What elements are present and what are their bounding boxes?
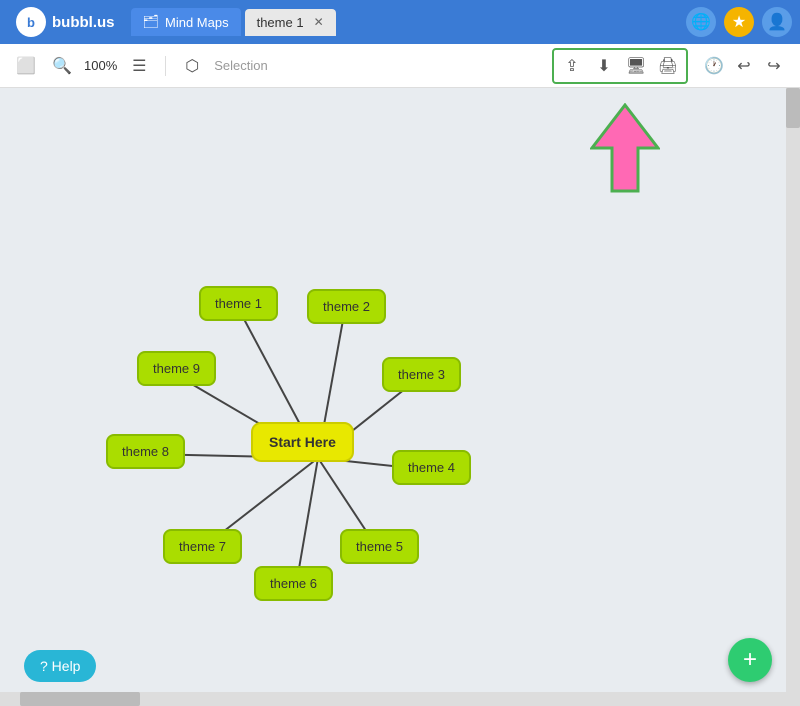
add-button[interactable]: +	[728, 638, 772, 682]
add-icon: +	[743, 646, 757, 674]
node-theme7[interactable]: theme 7	[163, 529, 242, 564]
canvas-container[interactable]: Start Here theme 1 theme 2 theme 3 theme…	[0, 88, 800, 706]
print-button[interactable]: 🖨	[654, 52, 682, 80]
logo-icon: b	[16, 7, 46, 37]
tab-area: 🗂 Mind Maps theme 1 ✕	[131, 8, 336, 36]
selection-label: Selection	[214, 58, 267, 73]
menu-button[interactable]: ☰	[125, 52, 153, 80]
undo-button[interactable]: ↩	[730, 52, 758, 80]
selection-icon[interactable]: ⬡	[178, 52, 206, 80]
logo-text: bubbl.us	[52, 14, 115, 31]
frame-button[interactable]: ⬜	[12, 52, 40, 80]
node-theme9[interactable]: theme 9	[137, 351, 216, 386]
node-theme1[interactable]: theme 1	[199, 286, 278, 321]
globe-button[interactable]: 🌐	[686, 7, 716, 37]
logo-area: b bubbl.us	[8, 7, 123, 37]
scrollbar-thumb-vertical[interactable]	[786, 88, 800, 128]
node-theme3[interactable]: theme 3	[382, 357, 461, 392]
toolbar-divider-1	[165, 56, 166, 76]
zoom-level: 100%	[84, 58, 117, 73]
toolbar-right-group: ⇪ ⬇ 🖥 🖨	[552, 48, 688, 84]
center-node[interactable]: Start Here	[251, 422, 354, 462]
star-button[interactable]: ★	[724, 7, 754, 37]
help-label: ? Help	[40, 658, 80, 674]
scrollbar-bottom[interactable]	[0, 692, 786, 706]
topbar-icons: 🌐 ★ 👤	[686, 7, 792, 37]
redo-button[interactable]: ↪	[760, 52, 788, 80]
topbar: b bubbl.us 🗂 Mind Maps theme 1 ✕ 🌐 ★ 👤	[0, 0, 800, 44]
tab-mindmaps-icon: 🗂	[143, 14, 160, 30]
download-button[interactable]: ⬇	[590, 52, 618, 80]
node-theme8[interactable]: theme 8	[106, 434, 185, 469]
node-theme5[interactable]: theme 5	[340, 529, 419, 564]
present-button[interactable]: 🖥	[622, 52, 650, 80]
node-theme4[interactable]: theme 4	[392, 450, 471, 485]
tab-mindmaps[interactable]: 🗂 Mind Maps	[131, 8, 241, 36]
mindmap-lines	[0, 88, 800, 706]
history-button[interactable]: 🕐	[700, 52, 728, 80]
zoom-in-button[interactable]: 🔍	[48, 52, 76, 80]
toolbar-history: 🕐 ↩ ↪	[700, 52, 788, 80]
user-button[interactable]: 👤	[762, 7, 792, 37]
share-button[interactable]: ⇪	[558, 52, 586, 80]
tab-theme1-label: theme 1	[257, 15, 304, 30]
tab-close-icon[interactable]: ✕	[314, 15, 324, 29]
node-theme2[interactable]: theme 2	[307, 289, 386, 324]
tab-mindmaps-label: Mind Maps	[165, 15, 229, 30]
node-theme6[interactable]: theme 6	[254, 566, 333, 601]
toolbar: ⬜ 🔍 100% ☰ ⬡ Selection ⇪ ⬇ 🖥 🖨 🕐 ↩ ↪	[0, 44, 800, 88]
arrow-indicator	[590, 103, 660, 193]
help-button[interactable]: ? Help	[24, 650, 96, 682]
scrollbar-right[interactable]	[786, 88, 800, 706]
tab-theme1[interactable]: theme 1 ✕	[245, 9, 336, 36]
scrollbar-thumb-horizontal[interactable]	[20, 692, 140, 706]
